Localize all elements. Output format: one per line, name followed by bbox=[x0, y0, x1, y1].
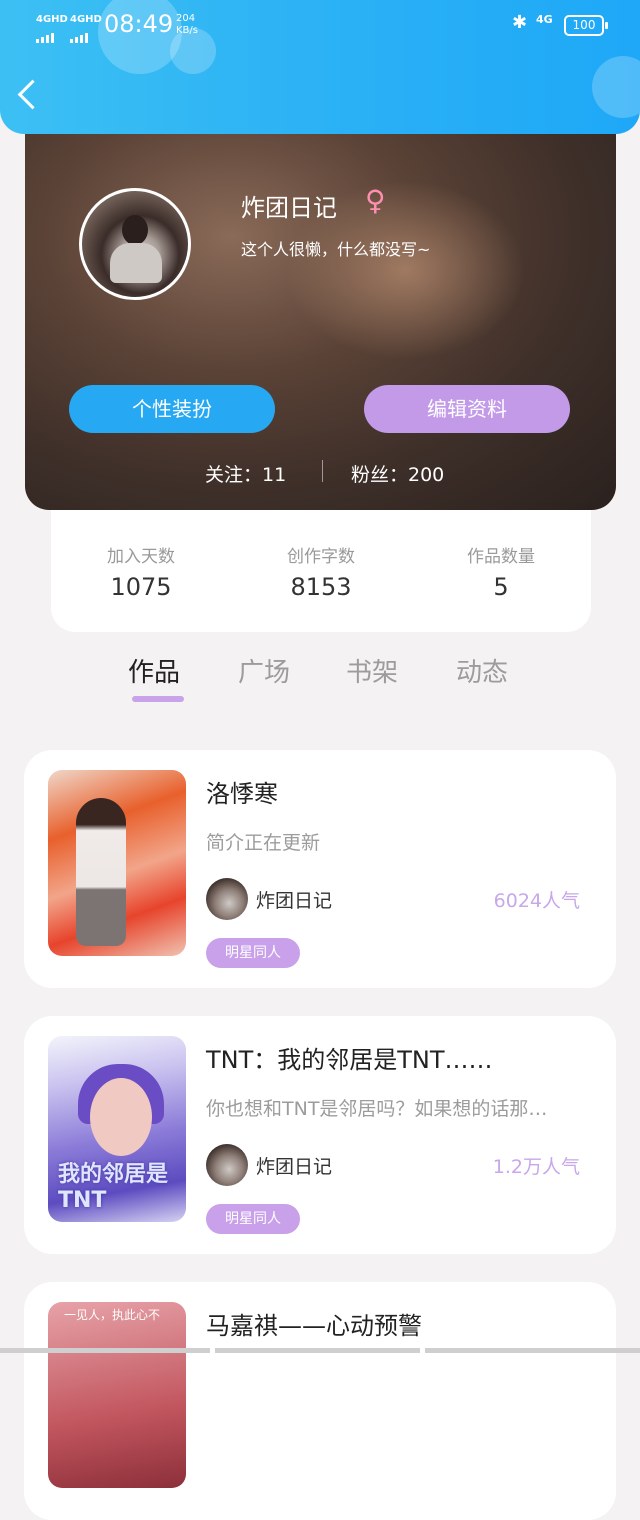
active-tab-indicator bbox=[132, 696, 184, 702]
author-name: 炸团日记 bbox=[256, 1156, 333, 1178]
cover-face bbox=[90, 1078, 152, 1156]
avatar-body bbox=[110, 243, 162, 283]
decor-bubble bbox=[592, 56, 640, 118]
bottom-edge bbox=[0, 1348, 640, 1353]
work-card[interactable]: 洛悸寒 简介正在更新 炸团日记 6024人气 明星同人 bbox=[24, 750, 616, 988]
popularity: 1.2万人气 bbox=[492, 1156, 580, 1178]
stat-join-days: 加入天数 1075 bbox=[51, 542, 231, 601]
popularity: 6024人气 bbox=[493, 890, 580, 912]
stat-word-count: 创作字数 8153 bbox=[231, 542, 411, 601]
cover-figure bbox=[76, 798, 126, 946]
cover-text: 一见人，执此心不 bbox=[64, 1308, 161, 1322]
work-title[interactable]: TNT：我的邻居是TNT…… bbox=[206, 1040, 493, 1075]
edit-profile-button[interactable]: 编辑资料 bbox=[364, 385, 570, 433]
top-bar: 4GHD 4GHD 08:49 204 KB/s ✱ 4G 100 bbox=[0, 0, 640, 134]
battery-level: 100 bbox=[572, 18, 596, 32]
network-speed-unit: KB/s bbox=[176, 25, 198, 36]
stat-value: 8153 bbox=[290, 573, 352, 601]
tab-square[interactable]: 广场 bbox=[238, 652, 290, 689]
author-avatar bbox=[206, 878, 248, 920]
following-count[interactable]: 关注：11 bbox=[205, 460, 286, 487]
category-tag[interactable]: 明星同人 bbox=[206, 1204, 300, 1234]
cover-text: 我的邻居是TNT bbox=[58, 1162, 169, 1213]
work-card[interactable]: 一见人，执此心不 马嘉祺——心动预警 bbox=[24, 1282, 616, 1520]
stat-value: 5 bbox=[493, 573, 509, 601]
decorate-button[interactable]: 个性装扮 bbox=[69, 385, 275, 433]
tab-bookshelf[interactable]: 书架 bbox=[346, 652, 398, 689]
book-cover[interactable]: 我的邻居是TNT bbox=[48, 1036, 186, 1222]
work-description: 简介正在更新 bbox=[206, 832, 321, 854]
content-tabs: 作品 广场 书架 动态 bbox=[0, 640, 640, 720]
stats-card: 加入天数 1075 创作字数 8153 作品数量 5 bbox=[51, 500, 591, 632]
stat-works-count: 作品数量 5 bbox=[411, 542, 591, 601]
work-card[interactable]: 我的邻居是TNT TNT：我的邻居是TNT…… 你也想和TNT是邻居吗？如果想的… bbox=[24, 1016, 616, 1254]
bottom-bar-segment bbox=[215, 1348, 420, 1353]
user-bio: 这个人很懒，什么都没写~ bbox=[241, 240, 431, 259]
stat-label: 创作字数 bbox=[287, 547, 355, 567]
tab-activity[interactable]: 动态 bbox=[456, 652, 508, 689]
fans-count[interactable]: 粉丝：200 bbox=[351, 460, 444, 487]
avatar-head bbox=[122, 215, 148, 245]
work-title[interactable]: 马嘉祺——心动预警 bbox=[206, 1306, 422, 1341]
tab-works[interactable]: 作品 bbox=[128, 652, 180, 689]
book-cover[interactable] bbox=[48, 770, 186, 956]
network-speed: 204 KB/s bbox=[176, 13, 198, 37]
network-type: 4G bbox=[536, 13, 553, 26]
female-icon: ♀ bbox=[365, 184, 386, 217]
author-name: 炸团日记 bbox=[256, 890, 333, 912]
divider bbox=[322, 460, 323, 482]
avatar[interactable] bbox=[79, 188, 191, 300]
bottom-bar-segment bbox=[425, 1348, 640, 1353]
bluetooth-icon: ✱ bbox=[512, 12, 528, 33]
network-speed-value: 204 bbox=[176, 13, 196, 24]
signal-bars-icon bbox=[36, 24, 56, 43]
stat-value: 1075 bbox=[110, 573, 172, 601]
work-description: 你也想和TNT是邻居吗？如果想的话那… bbox=[206, 1098, 548, 1120]
back-arrow-icon[interactable] bbox=[17, 79, 48, 110]
clock: 08:49 bbox=[104, 10, 174, 38]
category-tag[interactable]: 明星同人 bbox=[206, 938, 300, 968]
battery-icon: 100 bbox=[564, 15, 608, 36]
stat-label: 作品数量 bbox=[467, 547, 535, 567]
book-cover[interactable]: 一见人，执此心不 bbox=[48, 1302, 186, 1488]
work-title[interactable]: 洛悸寒 bbox=[206, 774, 278, 809]
status-bar: 4GHD 4GHD 08:49 204 KB/s ✱ 4G 100 bbox=[0, 0, 640, 50]
signal-bars-icon bbox=[70, 24, 90, 43]
bottom-bar-segment bbox=[0, 1348, 210, 1353]
stat-label: 加入天数 bbox=[107, 547, 175, 567]
profile-header: 炸团日记 ♀ 这个人很懒，什么都没写~ 个性装扮 编辑资料 关注：11 粉丝：2… bbox=[25, 120, 616, 510]
author-avatar bbox=[206, 1144, 248, 1186]
username: 炸团日记 bbox=[241, 194, 337, 222]
